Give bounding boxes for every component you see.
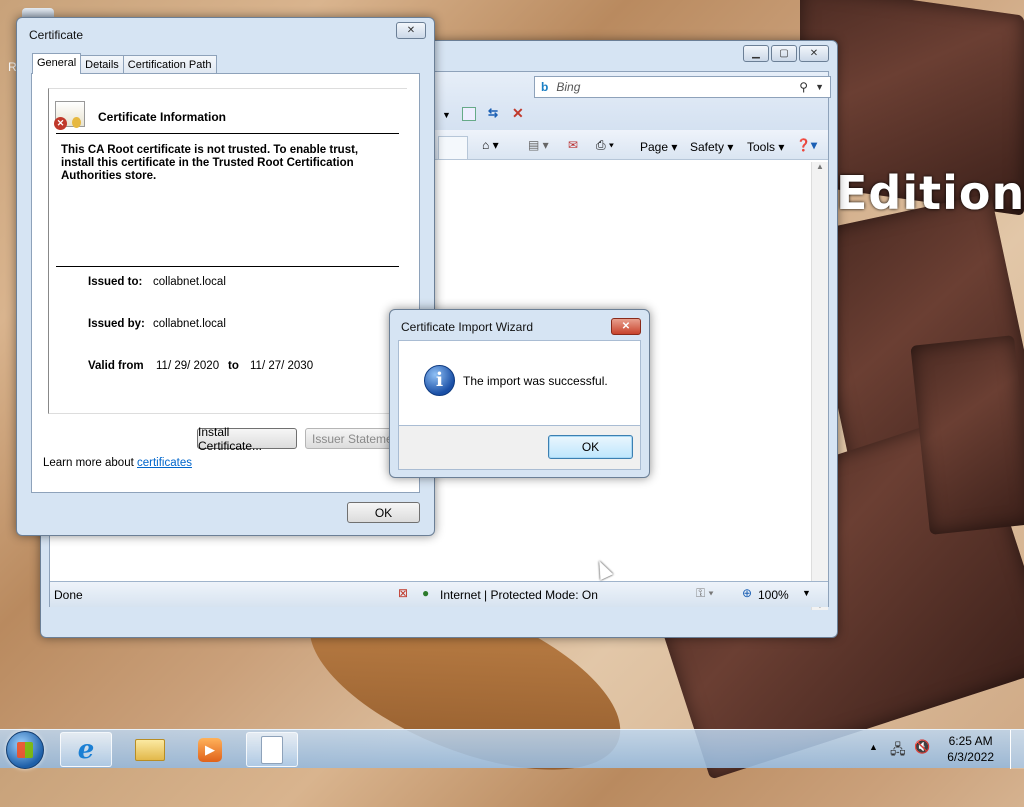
- volume-muted-icon[interactable]: 🔇: [914, 739, 930, 755]
- taskbar-document[interactable]: [246, 732, 298, 767]
- show-desktop-button[interactable]: [1010, 730, 1024, 769]
- status-bar: Done ⊠ ● Internet | Protected Mode: On ⚿…: [50, 581, 828, 607]
- tab-certification-path[interactable]: Certification Path: [122, 55, 217, 74]
- help-icon[interactable]: ❓▾: [796, 138, 817, 152]
- search-icon[interactable]: ⚲: [799, 80, 808, 94]
- valid-to-value: 11/ 27/ 2030: [250, 360, 314, 372]
- ie-window-controls: ▁ ▢ ✕: [743, 45, 829, 62]
- button-area: OK: [398, 426, 641, 470]
- general-tab-panel: ✕ Certificate Information This CA Root c…: [31, 73, 420, 493]
- folder-icon: [135, 738, 165, 761]
- close-button[interactable]: ✕: [396, 22, 426, 39]
- feeds-icon[interactable]: ▤ ▾: [528, 138, 549, 152]
- stop-icon[interactable]: ✕: [512, 105, 524, 122]
- taskbar-explorer[interactable]: [124, 732, 176, 767]
- system-clock[interactable]: 6:25 AM 6/3/2022: [947, 733, 994, 765]
- page-menu[interactable]: Page ▾: [640, 140, 677, 154]
- security-lock-icon[interactable]: ⚿ ▾: [696, 586, 714, 601]
- show-hidden-icons[interactable]: ▲: [869, 742, 878, 752]
- internet-explorer-icon: e: [77, 734, 95, 765]
- minimize-button[interactable]: ▁: [743, 45, 769, 62]
- valid-from-value: 11/ 29/ 2020: [156, 360, 220, 372]
- zoom-dropdown-icon[interactable]: ▼: [802, 588, 811, 598]
- issued-to-label: Issued to:: [88, 276, 143, 288]
- install-certificate-button[interactable]: Install Certificate...: [197, 425, 297, 453]
- dialog-title: Certificate Import Wizard: [401, 320, 534, 334]
- start-button[interactable]: [6, 731, 44, 769]
- zone-text[interactable]: Internet | Protected Mode: On: [440, 588, 598, 602]
- certificate-dialog: Certificate ✕ General Details Certificat…: [16, 17, 435, 536]
- maximize-button[interactable]: ▢: [771, 45, 797, 62]
- certificates-link[interactable]: certificates: [137, 457, 192, 469]
- zoom-level[interactable]: 100%: [758, 588, 789, 602]
- clock-date: 6/3/2022: [947, 750, 994, 764]
- print-icon[interactable]: ⎙ ▾: [596, 138, 614, 153]
- info-heading: Certificate Information: [98, 110, 227, 124]
- learn-more-text: Learn more about certificates: [43, 457, 192, 469]
- network-icon[interactable]: 🖧: [890, 739, 906, 763]
- learn-more-label: Learn more about: [43, 457, 134, 469]
- search-placeholder: Bing: [556, 80, 581, 94]
- wallpaper-chocolate: [910, 335, 1024, 535]
- trust-warning: This CA Root certificate is not trusted.…: [61, 144, 359, 182]
- tab-general[interactable]: General: [32, 53, 82, 74]
- address-dropdown-icon[interactable]: ▼: [442, 110, 451, 120]
- home-icon[interactable]: ⌂ ▾: [482, 138, 499, 152]
- valid-from-label: Valid from: [88, 360, 144, 372]
- scroll-up-icon[interactable]: ▲: [812, 162, 828, 171]
- dialog-title: Certificate: [29, 28, 84, 42]
- refresh-icon[interactable]: ⇆: [488, 106, 498, 120]
- taskbar-internet-explorer[interactable]: e: [60, 732, 112, 767]
- issued-to-value: collabnet.local: [153, 276, 226, 288]
- windows-logo-icon: [17, 742, 33, 758]
- internet-zone-icon: ●: [422, 586, 430, 600]
- certificate-error-icon: ✕: [54, 101, 85, 130]
- info-icon: i: [424, 365, 455, 396]
- document-icon: [261, 735, 283, 764]
- issued-by-label: Issued by:: [88, 318, 145, 330]
- ok-button[interactable]: OK: [548, 435, 633, 459]
- desktop-edition-text: Edition: [836, 166, 1024, 220]
- import-wizard-dialog: Certificate Import Wizard ✕ i The import…: [389, 309, 650, 478]
- search-input[interactable]: b Bing ⚲ ▼: [534, 76, 831, 98]
- favorites-tab-area: [438, 136, 468, 160]
- status-text: Done: [54, 588, 83, 602]
- taskbar: e ▶ ▲ 🖧 🔇 6:25 AM 6/3/2022: [0, 729, 1024, 769]
- blocked-content-icon[interactable]: ⊠: [398, 586, 408, 600]
- taskbar-media-player[interactable]: ▶: [184, 732, 236, 767]
- tab-details[interactable]: Details: [80, 55, 124, 74]
- certificate-info-box: ✕ Certificate Information This CA Root c…: [48, 88, 407, 414]
- divider: [56, 133, 399, 134]
- success-message: The import was successful.: [463, 374, 608, 388]
- zoom-icon: ⊕: [742, 586, 753, 600]
- message-area: i The import was successful.: [398, 340, 641, 426]
- valid-to-label: to: [228, 360, 239, 372]
- tools-menu[interactable]: Tools ▾: [747, 140, 784, 154]
- mail-icon[interactable]: ✉: [568, 138, 578, 152]
- search-dropdown-icon[interactable]: ▼: [815, 82, 824, 92]
- compat-view-icon[interactable]: [462, 107, 476, 121]
- clock-time: 6:25 AM: [948, 734, 993, 748]
- vertical-scrollbar[interactable]: ▲ ▼: [811, 162, 828, 610]
- divider: [56, 266, 399, 267]
- bing-logo-icon: b: [541, 80, 549, 94]
- issued-by-value: collabnet.local: [153, 318, 226, 330]
- safety-menu[interactable]: Safety ▾: [690, 140, 733, 154]
- close-button[interactable]: ✕: [799, 45, 829, 62]
- ok-button[interactable]: OK: [347, 502, 420, 523]
- media-player-icon: ▶: [198, 737, 222, 762]
- close-button[interactable]: ✕: [611, 318, 641, 335]
- dialog-controls: ✕: [611, 318, 641, 335]
- tab-bar: General Details Certification Path: [32, 53, 217, 74]
- dialog-controls: ✕: [396, 22, 426, 39]
